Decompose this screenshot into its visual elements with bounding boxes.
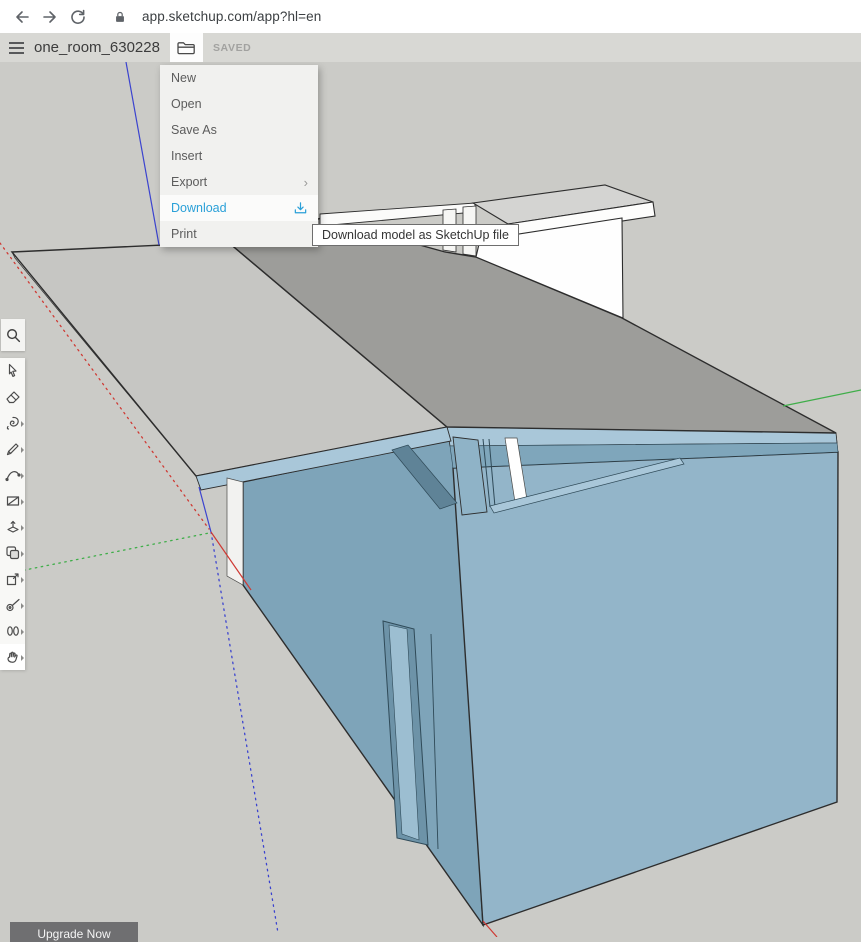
flyout-arrow-icon xyxy=(21,447,24,453)
select-tool[interactable] xyxy=(0,358,25,384)
flyout-arrow-icon xyxy=(21,577,24,583)
upgrade-now-button[interactable]: Upgrade Now xyxy=(10,922,138,942)
download-tooltip: Download model as SketchUp file xyxy=(312,224,519,246)
orbit-hand-icon xyxy=(4,648,22,666)
search-icon xyxy=(5,327,22,344)
move-tool[interactable] xyxy=(0,566,25,592)
shapes-tool[interactable] xyxy=(0,488,25,514)
push-pull-icon xyxy=(4,518,22,536)
push-pull-tool[interactable] xyxy=(0,514,25,540)
flyout-arrow-icon xyxy=(21,629,24,635)
document-title[interactable]: one_room_630228 xyxy=(34,39,160,56)
arc-tool[interactable] xyxy=(0,462,25,488)
download-icon xyxy=(293,201,308,216)
model-left-wall-end xyxy=(227,478,243,585)
back-arrow-icon xyxy=(13,8,31,26)
tape-measure-tool[interactable] xyxy=(0,592,25,618)
ssl-lock-icon[interactable] xyxy=(106,3,134,31)
flyout-arrow-icon xyxy=(21,421,24,427)
flyout-arrow-icon xyxy=(21,655,24,661)
flyout-arrow-icon xyxy=(21,499,24,505)
browser-forward-button[interactable] xyxy=(36,3,64,31)
paint-bucket-tool[interactable] xyxy=(0,410,25,436)
walk-footprints-icon xyxy=(4,622,22,640)
move-icon xyxy=(4,570,22,588)
offset-tool[interactable] xyxy=(0,540,25,566)
browser-toolbar: app.sketchup.com/app?hl=en xyxy=(0,0,861,34)
folder-icon xyxy=(176,39,196,57)
menu-item-export[interactable]: Export › xyxy=(160,169,318,195)
sketchup-header: one_room_630228 SAVED xyxy=(0,33,861,62)
hamburger-icon xyxy=(9,42,24,44)
select-cursor-icon xyxy=(4,362,22,380)
file-menu-dropdown: New Open Save As Insert Export › Downloa… xyxy=(160,65,318,247)
eraser-icon xyxy=(4,388,22,406)
arc-icon xyxy=(4,466,22,484)
flyout-arrow-icon xyxy=(21,473,24,479)
orbit-tool[interactable] xyxy=(0,644,25,670)
flyout-arrow-icon xyxy=(21,551,24,557)
eraser-tool[interactable] xyxy=(0,384,25,410)
menu-item-download[interactable]: Download xyxy=(160,195,318,221)
menu-item-new[interactable]: New xyxy=(160,65,318,91)
menu-item-save-as[interactable]: Save As xyxy=(160,117,318,143)
tool-palette xyxy=(0,358,25,670)
file-menu-button[interactable] xyxy=(170,33,203,62)
browser-back-button[interactable] xyxy=(8,3,36,31)
main-menu-button[interactable] xyxy=(0,33,30,62)
line-tool[interactable] xyxy=(0,436,25,462)
paint-bucket-icon xyxy=(4,414,22,432)
submenu-chevron-icon: › xyxy=(304,175,308,190)
forward-arrow-icon xyxy=(41,8,59,26)
menu-item-insert[interactable]: Insert xyxy=(160,143,318,169)
menu-item-open[interactable]: Open xyxy=(160,91,318,117)
tape-measure-icon xyxy=(4,596,22,614)
reload-icon xyxy=(69,8,87,26)
address-bar-url[interactable]: app.sketchup.com/app?hl=en xyxy=(142,9,321,24)
search-tool-button[interactable] xyxy=(1,319,25,351)
browser-reload-button[interactable] xyxy=(64,3,92,31)
flyout-arrow-icon xyxy=(21,525,24,531)
pencil-icon xyxy=(4,440,22,458)
lock-icon xyxy=(113,10,127,24)
flyout-arrow-icon xyxy=(21,603,24,609)
save-status-badge: SAVED xyxy=(213,42,251,54)
offset-icon xyxy=(4,544,22,562)
rectangle-icon xyxy=(4,492,22,510)
walk-tool[interactable] xyxy=(0,618,25,644)
menu-item-print[interactable]: Print xyxy=(160,221,318,247)
viewport-3d[interactable] xyxy=(0,0,861,937)
